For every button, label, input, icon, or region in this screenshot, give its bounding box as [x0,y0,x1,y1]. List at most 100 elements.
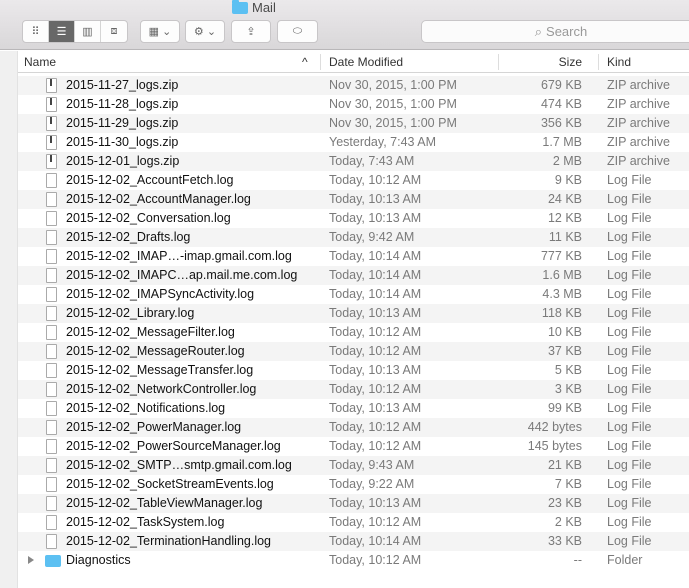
column-view-button[interactable]: ▥ [75,21,101,42]
zip-file-icon [46,135,57,150]
file-date: Nov 30, 2015, 1:00 PM [329,78,457,92]
cover-flow-button[interactable]: ⧈ [101,21,127,42]
file-name: 2015-12-02_Conversation.log [66,211,231,225]
file-size: 1.7 MB [542,135,582,149]
file-size: 777 KB [540,249,582,263]
document-icon [46,420,57,435]
file-row[interactable]: 2015-12-02_MessageFilter.log Today, 10:12… [18,323,689,342]
file-kind: Log File [607,211,652,225]
file-date: Today, 10:14 AM [329,249,422,263]
arrange-button[interactable]: ▦ ⌄ [140,20,180,43]
document-icon [46,211,57,226]
folder-icon [45,555,61,567]
file-name: 2015-12-02_IMAPC…ap.mail.me.com.log [66,268,298,282]
file-kind: Log File [607,249,652,263]
file-row[interactable]: 2015-11-29_logs.zip Nov 30, 2015, 1:00 PM… [18,114,689,133]
file-size: 11 KB [548,230,582,244]
file-kind: ZIP archive [607,116,670,130]
file-date: Today, 10:12 AM [329,420,422,434]
file-kind: Log File [607,401,652,415]
file-date: Today, 9:42 AM [329,230,415,244]
file-row[interactable]: 2015-12-02_AccountFetch.log Today, 10:12 … [18,171,689,190]
file-name: 2015-11-30_logs.zip [66,135,179,149]
file-row[interactable]: 2015-12-02_IMAPSyncActivity.log Today, 10… [18,285,689,304]
file-kind: Log File [607,344,652,358]
file-date: Today, 7:43 AM [329,154,415,168]
file-row[interactable]: 2015-12-01_logs.zip Today, 7:43 AM 2 MB ZIP… [18,152,689,171]
share-icon: ⇪ [246,26,256,38]
search-input[interactable]: ⌕ Search [421,20,689,43]
document-icon [46,363,57,378]
file-size: 3 KB [554,382,582,396]
file-size: 9 KB [554,173,582,187]
file-name: 2015-12-02_TableViewManager.log [66,496,263,510]
file-row[interactable]: 2015-12-02_NetworkController.log Today, 1… [18,380,689,399]
file-date: Today, 10:13 AM [329,192,422,206]
file-size: 2 MB [552,154,582,168]
column-name[interactable]: Name [24,55,56,69]
action-button[interactable]: ⚙ ⌄ [185,20,225,43]
file-row[interactable]: 2015-11-30_logs.zip Yesterday, 7:43 AM 1.7… [18,133,689,152]
file-kind: Log File [607,268,652,282]
file-date: Today, 10:12 AM [329,382,422,396]
file-name: 2015-12-02_MessageRouter.log [66,344,245,358]
file-kind: Log File [607,306,652,320]
file-size: 5 KB [554,363,582,377]
file-row[interactable]: 2015-12-02_Notifications.log Today, 10:13… [18,399,689,418]
file-row[interactable]: 2015-12-02_Drafts.log Today, 9:42 AM 11 KB… [18,228,689,247]
icon-view-button[interactable]: ⠿ [23,21,49,42]
file-row[interactable]: 2015-12-02_IMAP…-imap.gmail.com.log Today… [18,247,689,266]
file-row[interactable]: 2015-12-02_MessageTransfer.log Today, 10:… [18,361,689,380]
file-kind: Log File [607,382,652,396]
file-row[interactable]: 2015-12-02_IMAPC…ap.mail.me.com.log Today… [18,266,689,285]
zip-file-icon [46,97,57,112]
column-size[interactable]: Size [559,55,582,69]
file-row[interactable]: 2015-12-02_TableViewManager.log Today, 10… [18,494,689,513]
file-row[interactable]: 2015-12-02_AccountManager.log Today, 10:1… [18,190,689,209]
file-kind: Folder [607,553,643,567]
file-row[interactable]: Diagnostics Today, 10:12 AM -- Folder [18,551,689,570]
file-row[interactable]: 2015-12-02_SMTP…smtp.gmail.com.log Today,… [18,456,689,475]
file-name: 2015-12-02_PowerManager.log [66,420,242,434]
file-size: 33 KB [547,534,582,548]
file-date: Today, 10:13 AM [329,401,422,415]
document-icon [46,439,57,454]
list-view-button[interactable]: ☰ [49,21,75,42]
file-row[interactable]: 2015-11-28_logs.zip Nov 30, 2015, 1:00 PM… [18,95,689,114]
file-name: 2015-12-02_TaskSystem.log [66,515,225,529]
file-size: 145 bytes [527,439,582,453]
tags-button[interactable]: ⬭ [277,20,318,43]
file-row[interactable]: 2015-12-02_TaskSystem.log Today, 10:12 AM… [18,513,689,532]
file-date: Today, 10:14 AM [329,268,422,282]
file-row[interactable]: 2015-12-02_PowerManager.log Today, 10:12 … [18,418,689,437]
file-row[interactable]: 2015-12-02_MessageRouter.log Today, 10:12… [18,342,689,361]
file-row[interactable]: 2015-12-02_Conversation.log Today, 10:13 … [18,209,689,228]
document-icon [46,534,57,549]
file-name: 2015-12-02_IMAPSyncActivity.log [66,287,255,301]
file-name: 2015-12-02_SMTP…smtp.gmail.com.log [66,458,292,472]
file-row[interactable]: 2015-12-02_TerminationHandling.log Today,… [18,532,689,551]
file-kind: Log File [607,230,652,244]
file-row[interactable]: 2015-11-27_logs.zip Nov 30, 2015, 1:00 PM… [18,76,689,95]
file-kind: Log File [607,192,652,206]
document-icon [46,458,57,473]
file-row[interactable]: 2015-12-02_SocketStreamEvents.log Today, … [18,475,689,494]
file-kind: Log File [607,363,652,377]
file-name: 2015-11-29_logs.zip [66,116,179,130]
sort-ascending-icon: ^ [302,55,308,69]
file-date: Today, 10:12 AM [329,173,422,187]
column-header: Name ^ Date Modified Size Kind [18,51,689,73]
zip-file-icon [46,154,57,169]
file-name: 2015-12-02_MessageFilter.log [66,325,235,339]
file-name: 2015-12-02_Library.log [66,306,195,320]
document-icon [46,306,57,321]
arrange-icon: ▦ ⌄ [148,26,172,38]
column-kind[interactable]: Kind [607,55,631,69]
file-row[interactable]: 2015-12-02_PowerSourceManager.log Today, … [18,437,689,456]
file-row[interactable]: 2015-12-02_Library.log Today, 10:13 AM 118… [18,304,689,323]
file-date: Today, 10:12 AM [329,325,422,339]
window-title: Mail [232,0,276,15]
share-button[interactable]: ⇪ [231,20,271,43]
column-date-modified[interactable]: Date Modified [329,55,403,69]
disclosure-triangle-icon[interactable] [28,556,34,564]
